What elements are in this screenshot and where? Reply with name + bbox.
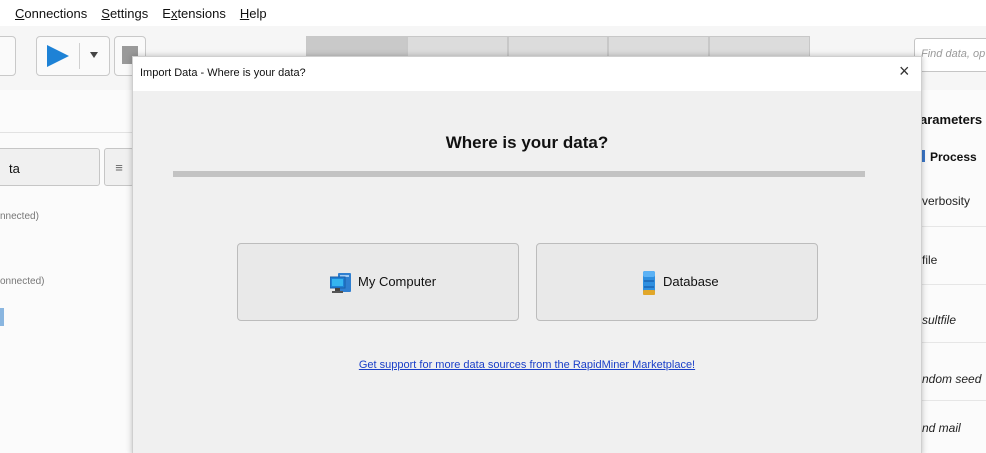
menu-label: onnections <box>24 5 88 21</box>
hamburger-menu-icon[interactable]: ≡ <box>104 148 134 186</box>
divider <box>918 226 986 227</box>
dialog-title: Import Data - Where is your data? <box>140 67 306 79</box>
database-label: Database <box>663 274 719 289</box>
menu-connections[interactable]: Connections <box>15 6 87 21</box>
my-computer-button[interactable]: My Computer <box>237 243 519 321</box>
view-tabs <box>306 36 810 60</box>
menu-label: E <box>162 5 171 21</box>
repository-panel: ta ≡ nnected) onnected) <box>0 90 134 453</box>
marketplace-link[interactable]: Get support for more data sources from t… <box>133 359 921 371</box>
param-verbosity[interactable]: verbosity <box>922 194 970 208</box>
close-icon[interactable]: × <box>899 61 910 82</box>
param-random-seed[interactable]: ndom seed <box>922 372 981 386</box>
repository-status: onnected) <box>0 276 45 287</box>
data-tab-label: ta <box>9 161 20 176</box>
dialog-titlebar: Import Data - Where is your data? × <box>133 57 921 91</box>
parameters-panel: arameters Process verbosity file sultfil… <box>918 90 986 453</box>
global-search-input[interactable]: Find data, op <box>914 38 986 72</box>
menu-mnemonic: H <box>239 5 250 21</box>
process-label: Process <box>930 150 977 164</box>
divider <box>918 400 986 401</box>
menu-extensions[interactable]: Extensions <box>162 6 226 21</box>
param-send-mail[interactable]: nd mail <box>922 421 961 435</box>
parameters-title: arameters <box>920 112 983 127</box>
menu-settings[interactable]: Settings <box>101 6 148 21</box>
my-computer-label: My Computer <box>358 274 437 289</box>
menu-mnemonic: S <box>101 5 110 21</box>
toolbar-button[interactable] <box>0 36 16 76</box>
process-header: Process <box>920 150 977 164</box>
database-button[interactable]: Database <box>536 243 818 321</box>
run-button[interactable] <box>36 36 110 76</box>
hamburger-glyph: ≡ <box>115 160 123 175</box>
database-icon <box>643 271 655 295</box>
divider <box>918 342 986 343</box>
divider <box>918 284 986 285</box>
menu-help[interactable]: Help <box>240 6 267 21</box>
selection-marker <box>0 308 4 326</box>
menu-label: ettings <box>109 5 149 21</box>
divider <box>173 171 865 177</box>
menu-label: tensions <box>177 5 226 21</box>
menu-mnemonic: C <box>15 5 25 21</box>
repository-status: nnected) <box>0 211 39 222</box>
computer-icon <box>330 273 351 293</box>
rapidminer-window: Connections Settings Extensions Help Fin… <box>0 0 986 453</box>
import-data-dialog: Import Data - Where is your data? × Wher… <box>132 56 922 453</box>
menu-label: elp <box>249 5 267 21</box>
play-icon <box>47 45 69 67</box>
param-resultfile[interactable]: sultfile <box>922 313 956 327</box>
data-tab[interactable]: ta <box>0 148 100 186</box>
dialog-heading: Where is your data? <box>445 133 609 152</box>
divider <box>0 132 132 133</box>
param-logfile[interactable]: file <box>922 253 937 267</box>
menu-bar: Connections Settings Extensions Help <box>0 0 986 26</box>
divider <box>79 43 80 69</box>
search-placeholder: Find data, op <box>921 48 986 60</box>
chevron-down-icon[interactable] <box>90 52 98 58</box>
